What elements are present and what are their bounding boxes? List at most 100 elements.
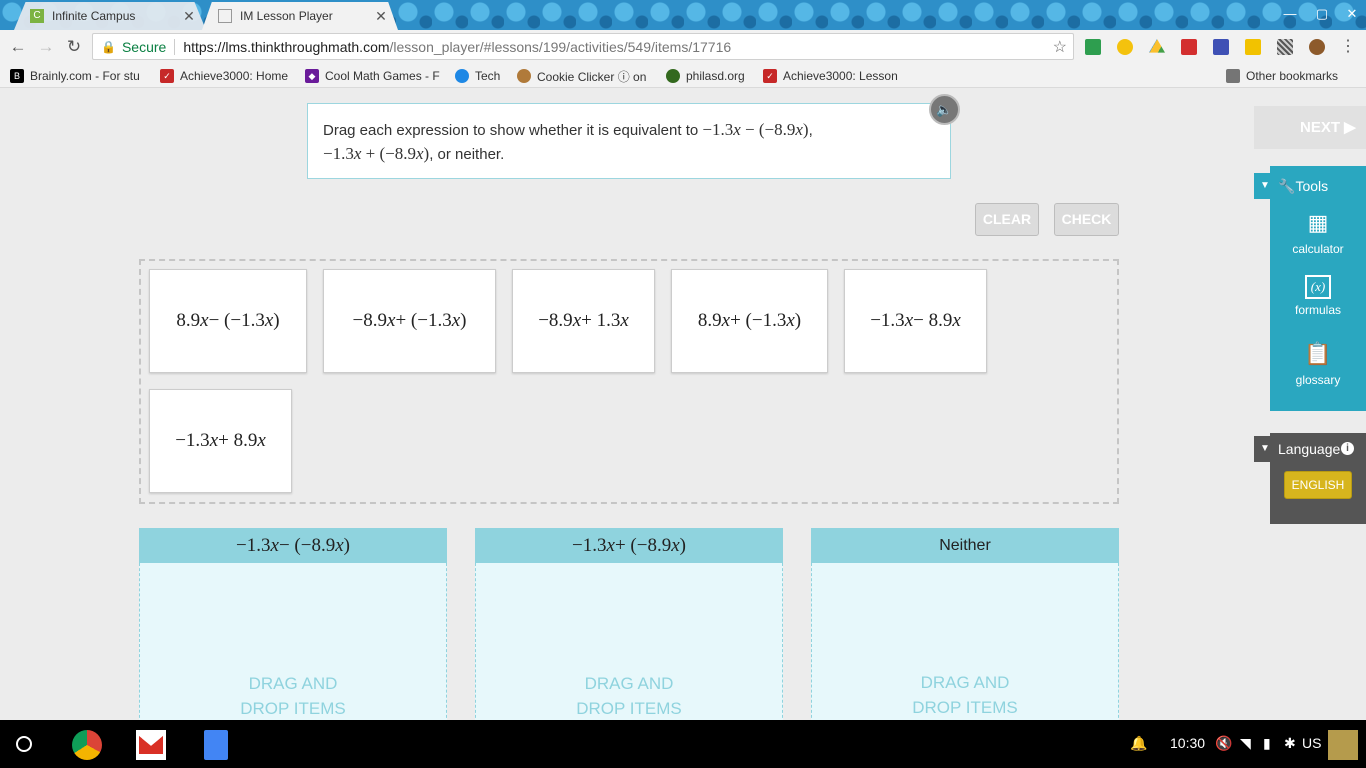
expression-card[interactable]: 8.9 x + (−1.3 x): [671, 269, 828, 373]
bookmark-philasd[interactable]: philasd.org: [666, 68, 756, 84]
brainly-icon: B: [10, 69, 24, 83]
language-title: Language: [1278, 441, 1341, 457]
bookmark-tech[interactable]: Tech: [455, 68, 509, 84]
expression-card[interactable]: −1.3 x − 8.9 x: [844, 269, 987, 373]
wrench-icon: 🔧: [1278, 178, 1296, 194]
expression-card[interactable]: 8.9 x − (−1.3 x): [149, 269, 307, 373]
lock-icon: 🔒: [101, 39, 116, 54]
bin-header: −1.3 x − (−8.9 x): [139, 528, 447, 563]
bookmark-cookie-clicker[interactable]: Cookie Clicker ⓘ on: [517, 68, 655, 84]
idea-extension-icon[interactable]: [1117, 39, 1133, 55]
collapse-triangle-icon: ▼: [1260, 443, 1270, 454]
calculator-tool[interactable]: ▦ calculator: [1270, 208, 1366, 256]
notification-bell-icon[interactable]: 🔔: [1130, 735, 1147, 752]
drop-bin-minus-expression[interactable]: −1.3 x − (−8.9 x) DRAG AND DROP ITEMS: [139, 528, 447, 720]
language-toggle[interactable]: ▼ Language i: [1254, 436, 1366, 462]
tab-title: IM Lesson Player: [240, 9, 333, 23]
close-window-icon[interactable]: ✕: [1342, 6, 1362, 22]
calculator-icon: ▦: [1307, 210, 1329, 235]
drop-bin-neither[interactable]: Neither DRAG AND DROP ITEMS: [811, 528, 1119, 720]
gmail-app-icon[interactable]: [136, 730, 166, 760]
drop-bin-plus-expression[interactable]: −1.3 x + (−8.9 x) DRAG AND DROP ITEMS: [475, 528, 783, 720]
google-docs-app-icon[interactable]: [204, 730, 228, 760]
url-path: /lesson_player/#lessons/199/activities/5…: [389, 38, 732, 55]
yellow-extension-icon[interactable]: [1245, 39, 1261, 55]
mute-icon: 🔇: [1215, 735, 1233, 751]
close-tab-icon[interactable]: ✕: [182, 8, 196, 25]
address-separator: [174, 38, 176, 55]
prompt-text: Drag each expression to show whether it …: [323, 122, 699, 139]
bin-drop-zone[interactable]: DRAG AND DROP ITEMS: [475, 563, 783, 720]
google-classroom-extension-icon[interactable]: [1085, 39, 1101, 55]
back-arrow-icon[interactable]: ←: [8, 37, 28, 57]
bookmark-star-icon[interactable]: ☆: [1053, 37, 1067, 57]
chrome-menu-icon[interactable]: ⋮: [1338, 37, 1358, 57]
chrome-app-icon[interactable]: [72, 730, 102, 760]
tab-title: Infinite Campus: [52, 9, 136, 23]
keyboard-locale[interactable]: US: [1302, 735, 1321, 751]
glossary-tool[interactable]: 📋 glossary: [1270, 339, 1366, 387]
folder-icon: [1226, 69, 1240, 83]
clock[interactable]: 10:30: [1170, 735, 1205, 751]
bookmark-label: philasd.org: [686, 69, 745, 83]
expression-card[interactable]: −8.9 x + (−1.3 x): [323, 269, 496, 373]
tools-toggle[interactable]: ▼ 🔧Tools: [1254, 173, 1366, 199]
expression-card[interactable]: −8.9 x + 1.3 x: [512, 269, 655, 373]
wifi-icon: ◥: [1240, 735, 1251, 751]
launcher-icon[interactable]: [16, 736, 32, 752]
audio-speaker-button[interactable]: 🔈: [929, 94, 960, 125]
tab-im-lesson-player[interactable]: IM Lesson Player ✕: [202, 2, 398, 30]
bookmark-extension-icon[interactable]: [1181, 39, 1197, 55]
forward-arrow-icon[interactable]: →: [36, 37, 56, 57]
english-button[interactable]: ENGLISH: [1284, 471, 1352, 499]
screen-extension-icon[interactable]: [1213, 39, 1229, 55]
prompt-text-end: , or neither.: [429, 146, 505, 163]
info-icon[interactable]: i: [1341, 442, 1354, 455]
bin-drop-zone[interactable]: DRAG AND DROP ITEMS: [811, 563, 1119, 720]
other-bookmarks-folder[interactable]: Other bookmarks: [1226, 68, 1356, 84]
bookmark-label: Cookie Clicker ⓘ on: [537, 69, 647, 84]
tool-label: formulas: [1294, 303, 1341, 317]
tool-label: glossary: [1295, 373, 1341, 387]
achieve3000-icon: ✓: [160, 69, 174, 83]
clear-button[interactable]: CLEAR: [975, 203, 1039, 236]
expression-card[interactable]: −1.3 x + 8.9 x: [149, 389, 292, 493]
close-tab-icon[interactable]: ✕: [374, 8, 388, 25]
minimize-window-icon[interactable]: —: [1280, 6, 1300, 22]
tab-infinite-campus[interactable]: C Infinite Campus ✕: [14, 2, 206, 30]
bookmark-cool-math-games[interactable]: ◆ Cool Math Games - F: [305, 68, 441, 84]
bookmark-label: Tech: [475, 69, 501, 83]
browser-toolbar: ← → ↻ 🔒 Secure https://lms.thinkthroughm…: [0, 30, 1366, 64]
user-avatar[interactable]: [1328, 730, 1358, 760]
drop-hint: DRAG AND DROP ITEMS: [576, 674, 682, 718]
prompt-expression-2: −1.3x + (−8.9x): [323, 144, 430, 163]
bookmark-label: Cool Math Games - F: [325, 69, 440, 83]
tech-icon: [455, 69, 469, 83]
collapse-triangle-icon: ▼: [1260, 180, 1270, 191]
prompt-comma: ,: [808, 122, 813, 139]
bookmark-achieve3000-lesson[interactable]: ✓ Achieve3000: Lesson: [763, 68, 913, 84]
bookmark-brainly[interactable]: B Brainly.com - For stu: [10, 68, 146, 84]
check-button[interactable]: CHECK: [1054, 203, 1119, 236]
tool-label: calculator: [1292, 242, 1344, 256]
bookmark-achieve3000-home[interactable]: ✓ Achieve3000: Home: [160, 68, 298, 84]
bin-drop-zone[interactable]: DRAG AND DROP ITEMS: [139, 563, 447, 720]
bookmarks-bar: B Brainly.com - For stu ✓ Achieve3000: Hom…: [0, 64, 1366, 88]
secure-label: Secure: [121, 38, 167, 55]
prompt-expression-1: −1.3x − (−8.9x): [702, 120, 809, 139]
formulas-tool[interactable]: (x) formulas: [1270, 275, 1366, 317]
bookmark-label: Other bookmarks: [1246, 69, 1339, 83]
glossary-icon: 📋: [1304, 341, 1332, 366]
chromeos-shelf: 🔔 10:30 🔇 ◥ ▮ ✱ US: [0, 720, 1366, 768]
next-button[interactable]: NEXT ▶: [1254, 106, 1366, 149]
cookie-extension-icon[interactable]: [1309, 39, 1325, 55]
qr-extension-icon[interactable]: [1277, 39, 1293, 55]
maximize-window-icon[interactable]: ▢: [1312, 6, 1332, 22]
infinite-campus-favicon-icon: C: [30, 9, 44, 23]
speaker-icon: 🔈: [936, 102, 953, 117]
formulas-icon: (x): [1305, 275, 1331, 299]
address-bar[interactable]: 🔒 Secure https://lms.thinkthroughmath.co…: [92, 33, 1074, 60]
google-drive-extension-icon[interactable]: [1149, 39, 1165, 53]
achieve3000-icon: ✓: [763, 69, 777, 83]
reload-icon[interactable]: ↻: [64, 37, 84, 57]
